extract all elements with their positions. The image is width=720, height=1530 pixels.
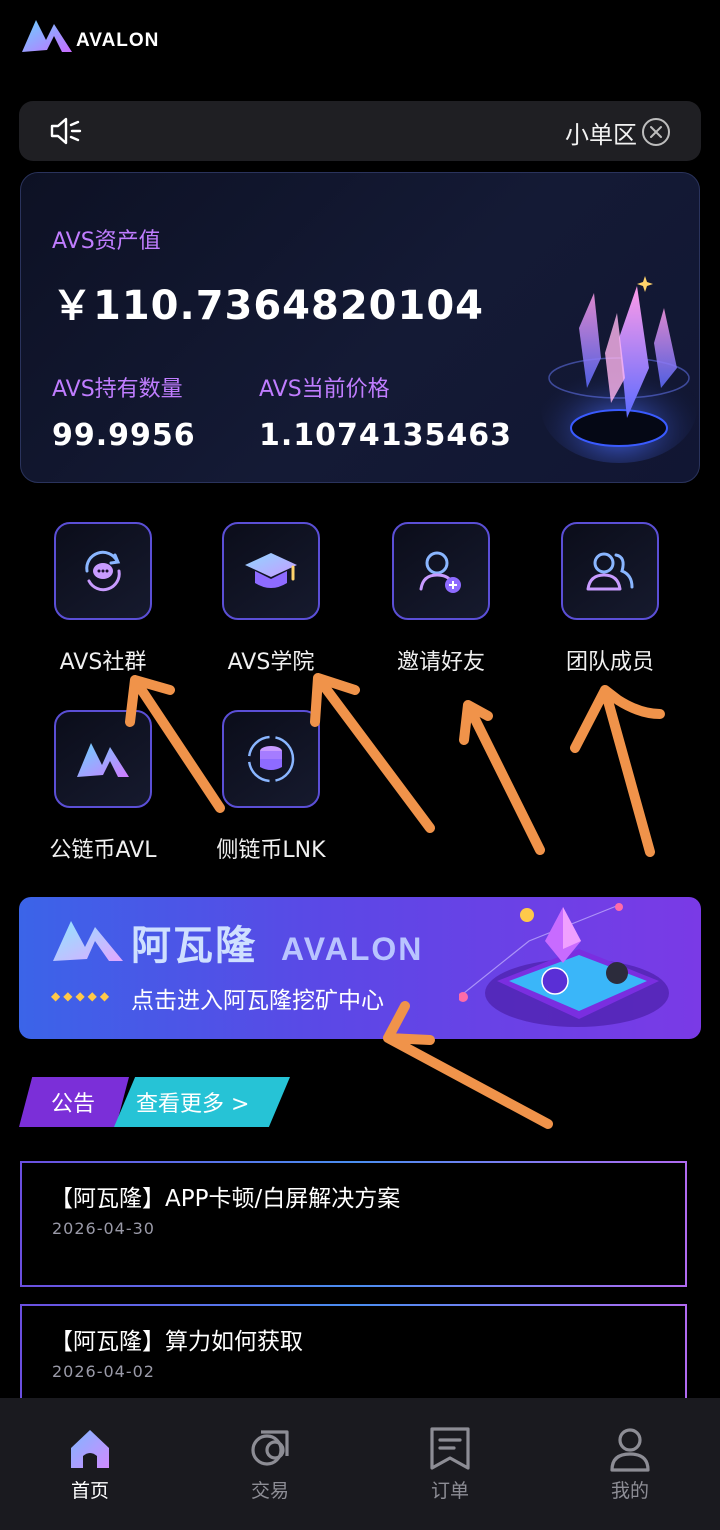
grid-label: 邀请好友 xyxy=(396,650,485,675)
announcement-date: 2026-04-02 xyxy=(52,1362,155,1381)
mining-center-banner[interactable]: 阿瓦隆 AVALON ◆◆◆◆◆ 点击进入阿瓦隆挖矿中心 xyxy=(19,897,701,1039)
order-icon xyxy=(430,1427,470,1470)
nav-trade-label: 交易 xyxy=(250,1480,289,1502)
grid-label: 公链币AVL xyxy=(49,838,157,863)
profile-icon xyxy=(610,1428,650,1472)
home-icon xyxy=(71,1430,109,1468)
close-circle-icon[interactable] xyxy=(641,117,671,147)
grid-label: 侧链币LNK xyxy=(216,838,326,863)
banner-title: 阿瓦隆 xyxy=(131,923,257,969)
banner-subtitle: 点击进入阿瓦隆挖矿中心 xyxy=(131,988,384,1014)
banner-brand: AVALON xyxy=(281,931,424,967)
notice-bar[interactable]: 小单区 xyxy=(19,101,701,161)
nav-trade[interactable]: 交易 xyxy=(220,1426,320,1503)
arrow-team xyxy=(570,685,665,857)
tab-announcements[interactable]: 公告 xyxy=(19,1077,129,1127)
announcement-date: 2026-04-30 xyxy=(52,1219,155,1238)
asset-card: AVS资产值 ￥110.7364820104 AVS持有数量 99.9956 A… xyxy=(20,172,700,483)
announcement-item[interactable]: 【阿瓦隆】APP卡顿/白屏解决方案 2026-04-30 xyxy=(20,1161,687,1287)
crystal-illustration xyxy=(541,276,697,463)
avalon-logo-icon xyxy=(53,921,123,961)
grid-item-academy[interactable]: AVS学院 xyxy=(216,522,326,676)
asset-value-label: AVS资产值 xyxy=(52,229,161,254)
nav-orders-label: 订单 xyxy=(430,1480,469,1502)
hold-quantity-value: 99.9956 xyxy=(52,418,196,453)
coin-stack-icon xyxy=(247,735,295,783)
logo-text: AVALON xyxy=(76,30,160,51)
team-icon xyxy=(586,552,634,591)
chat-refresh-icon xyxy=(85,550,121,592)
nav-home[interactable]: 首页 xyxy=(40,1426,140,1503)
bottom-nav: 首页 交易 订单 我的 xyxy=(0,1398,720,1530)
grid-item-side-chain-lnk[interactable]: 侧链币LNK xyxy=(206,710,336,864)
announcement-title: 【阿瓦隆】算力如何获取 xyxy=(50,1329,303,1355)
grid-label: AVS学院 xyxy=(227,650,315,675)
banner-dots: ◆◆◆◆◆ xyxy=(51,989,113,1003)
tab-announcements-label: 公告 xyxy=(51,1092,96,1117)
grid-item-invite[interactable]: 邀请好友 xyxy=(386,522,496,676)
speaker-icon xyxy=(50,117,82,145)
announcement-title: 【阿瓦隆】APP卡顿/白屏解决方案 xyxy=(50,1186,401,1212)
grid-label: AVS社群 xyxy=(59,650,147,675)
notice-text: 小单区 xyxy=(565,121,637,149)
view-more-button[interactable]: 查看更多 > xyxy=(114,1077,290,1127)
nav-profile-label: 我的 xyxy=(610,1480,649,1502)
grid-item-community[interactable]: AVS社群 xyxy=(48,522,158,676)
announcement-tabs: 公告 查看更多 > xyxy=(19,1077,319,1127)
asset-value: ￥110.7364820104 xyxy=(52,283,485,329)
app-logo: AVALON xyxy=(20,16,159,54)
grid-item-public-chain-avl[interactable]: 公链币AVL xyxy=(38,710,168,864)
add-user-icon xyxy=(419,551,461,593)
avalon-logo-icon xyxy=(77,743,129,777)
current-price-value: 1.1074135463 xyxy=(259,418,513,453)
grid-item-team[interactable]: 团队成员 xyxy=(555,522,665,676)
current-price-label: AVS当前价格 xyxy=(259,377,390,402)
arrow-invite xyxy=(459,700,545,855)
grid-label: 团队成员 xyxy=(565,650,654,675)
nav-orders[interactable]: 订单 xyxy=(400,1426,500,1503)
mining-platform-illustration xyxy=(459,903,669,1027)
avalon-logo-icon xyxy=(22,20,72,52)
view-more-label: 查看更多 > xyxy=(136,1092,250,1117)
nav-home-label: 首页 xyxy=(70,1480,109,1502)
hold-quantity-label: AVS持有数量 xyxy=(52,377,183,402)
exchange-icon xyxy=(251,1430,289,1466)
nav-profile[interactable]: 我的 xyxy=(580,1426,680,1503)
graduation-cap-icon xyxy=(245,553,297,588)
